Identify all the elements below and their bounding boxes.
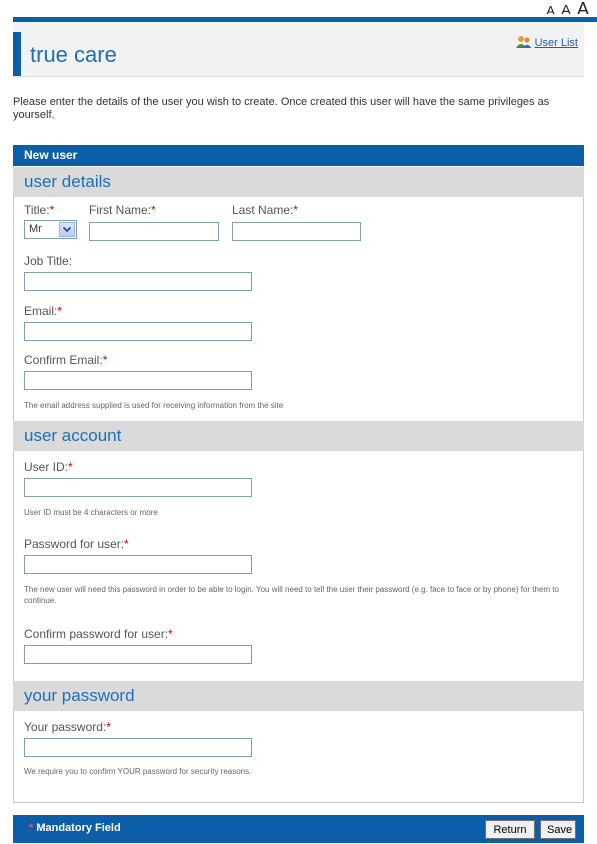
mandatory-text: Mandatory Field <box>36 822 121 834</box>
required-marker: * <box>293 203 299 217</box>
font-size-medium[interactable]: A <box>561 1 577 14</box>
font-size-controls: AAA <box>546 0 595 14</box>
required-marker: * <box>102 353 108 367</box>
email-label: Email:* <box>24 304 62 318</box>
required-marker: * <box>29 822 34 834</box>
user-id-field[interactable] <box>24 478 252 497</box>
your-password-label: Your password:* <box>24 720 111 734</box>
email-label-text: Email: <box>24 304 58 318</box>
user-id-hint: User ID must be 4 characters or more <box>24 508 158 517</box>
email-field[interactable] <box>24 322 252 341</box>
section-your-password: your password <box>13 681 584 711</box>
section-user-details: user details <box>13 167 584 197</box>
confirm-password-label: Confirm password for user:* <box>24 627 173 641</box>
mandatory-legend: * Mandatory Field <box>29 822 121 834</box>
font-size-small[interactable]: A <box>546 1 561 14</box>
job-title-field[interactable] <box>24 272 252 291</box>
section-user-account: user account <box>13 421 584 451</box>
form-footer: * Mandatory Field Return Save <box>13 815 584 843</box>
your-password-field[interactable] <box>24 738 252 757</box>
required-marker: * <box>49 203 55 217</box>
first-name-label-text: First Name: <box>89 203 152 217</box>
confirm-password-field[interactable] <box>24 645 252 664</box>
first-name-field[interactable] <box>89 222 219 241</box>
confirm-password-label-text: Confirm password for user: <box>24 627 169 641</box>
your-password-hint: We require you to confirm YOUR password … <box>24 767 252 776</box>
required-marker: * <box>168 627 173 641</box>
return-button[interactable]: Return <box>485 820 535 839</box>
font-size-large[interactable]: A <box>577 0 595 14</box>
title-label: Title:* <box>24 203 54 217</box>
user-id-label: User ID:* <box>24 460 73 474</box>
password-label: Password for user:* <box>24 537 129 551</box>
brand-title: true care <box>30 42 117 67</box>
intro-text: Please enter the details of the user you… <box>13 96 550 121</box>
save-button[interactable]: Save <box>540 820 576 839</box>
password-field[interactable] <box>24 555 252 574</box>
title-select[interactable]: Mr <box>24 220 77 239</box>
required-marker: * <box>106 720 111 734</box>
your-password-label-text: Your password: <box>24 720 107 734</box>
password-label-text: Password for user: <box>24 537 125 551</box>
first-name-label: First Name:* <box>89 203 156 217</box>
password-hint: The new user will need this password in … <box>24 585 559 605</box>
page-header: true care User List <box>13 22 584 77</box>
required-marker: * <box>68 460 73 474</box>
email-hint: The email address supplied is used for r… <box>24 401 284 410</box>
job-title-label: Job Title: <box>24 254 73 268</box>
user-list-label[interactable]: User List <box>535 37 578 49</box>
chevron-down-icon[interactable] <box>59 222 75 237</box>
required-marker: * <box>151 203 156 217</box>
users-icon <box>515 35 532 49</box>
confirm-email-label: Confirm Email:* <box>24 353 107 367</box>
user-list-link[interactable]: User List <box>515 35 578 49</box>
required-marker: * <box>57 304 63 318</box>
confirm-email-field[interactable] <box>24 371 252 390</box>
title-label-text: Title: <box>24 203 50 217</box>
confirm-email-label-text: Confirm Email: <box>24 353 103 367</box>
user-id-label-text: User ID: <box>24 460 69 474</box>
last-name-field[interactable] <box>232 222 361 241</box>
header-accent <box>13 32 21 76</box>
last-name-label: Last Name:* <box>232 203 298 217</box>
last-name-label-text: Last Name: <box>232 203 294 217</box>
required-marker: * <box>124 537 129 551</box>
panel-title: New user <box>13 145 584 166</box>
title-select-value: Mr <box>29 223 42 235</box>
